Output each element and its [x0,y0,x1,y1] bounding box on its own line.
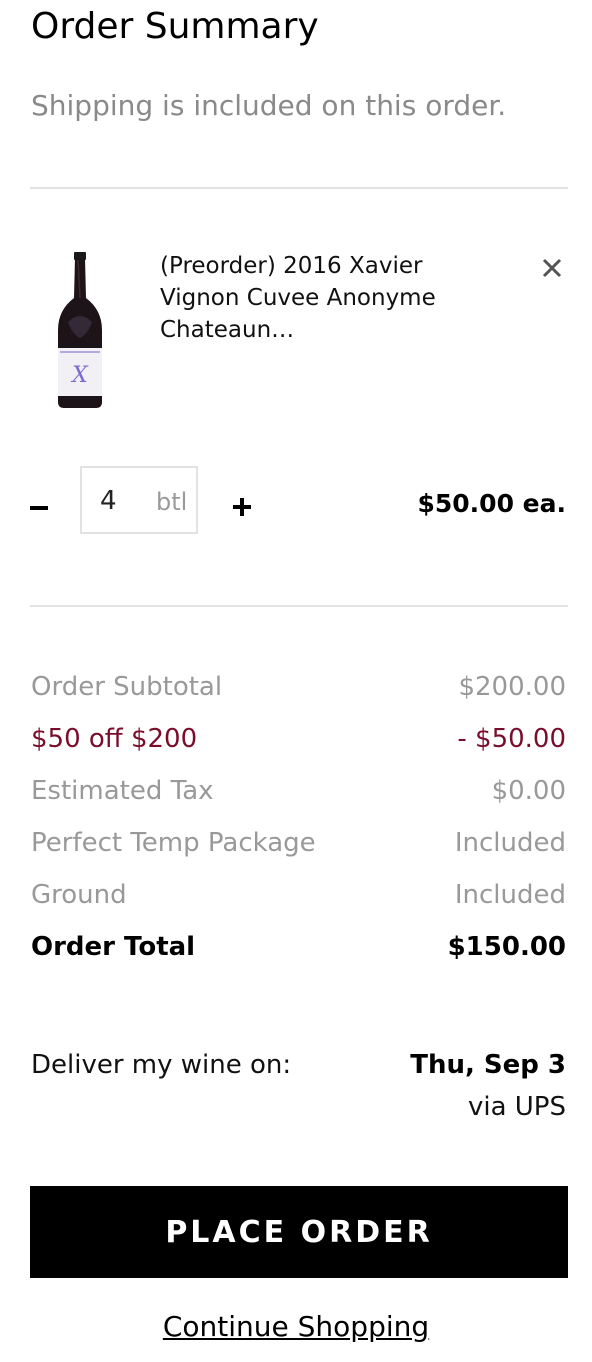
divider [30,187,568,189]
shipping-note: Shipping is included on this order. [31,89,507,122]
tax-value: $0.00 [491,776,566,806]
package-value: Included [454,828,566,858]
promo-label: $50 off $200 [31,724,198,754]
subtotal-value: $200.00 [458,672,566,702]
package-label: Perfect Temp Package [31,828,316,858]
place-order-button[interactable]: PLACE ORDER [30,1186,568,1278]
page-title: Order Summary [31,6,319,47]
shipping-method-label: Ground [31,880,127,910]
divider [30,605,568,607]
wine-bottle-image: X [50,250,110,410]
delivery-date[interactable]: Thu, Sep 3 [410,1050,566,1080]
svg-text:X: X [70,363,89,388]
increase-quantity-button[interactable] [228,490,256,522]
decrease-quantity-button[interactable] [28,488,52,524]
order-total-value: $150.00 [447,932,566,962]
delivery-label: Deliver my wine on: [31,1050,292,1080]
quantity-value[interactable]: 4 [100,486,117,516]
delivery-carrier: via UPS [467,1092,566,1122]
subtotal-label: Order Subtotal [31,672,223,702]
tax-label: Estimated Tax [31,776,214,806]
quantity-unit: btl [156,488,188,516]
price-each: $50.00 ea. [417,489,567,518]
quantity-input[interactable]: 4 btl [80,466,198,534]
order-total-label: Order Total [31,932,196,962]
remove-item-button[interactable] [536,252,568,284]
close-icon [542,258,562,278]
continue-shopping-link[interactable]: Continue Shopping [0,1310,592,1343]
product-name[interactable]: (Preorder) 2016 Xavier Vignon Cuvee Anon… [160,250,440,346]
shipping-method-value: Included [454,880,566,910]
promo-value: - $50.00 [457,724,566,754]
